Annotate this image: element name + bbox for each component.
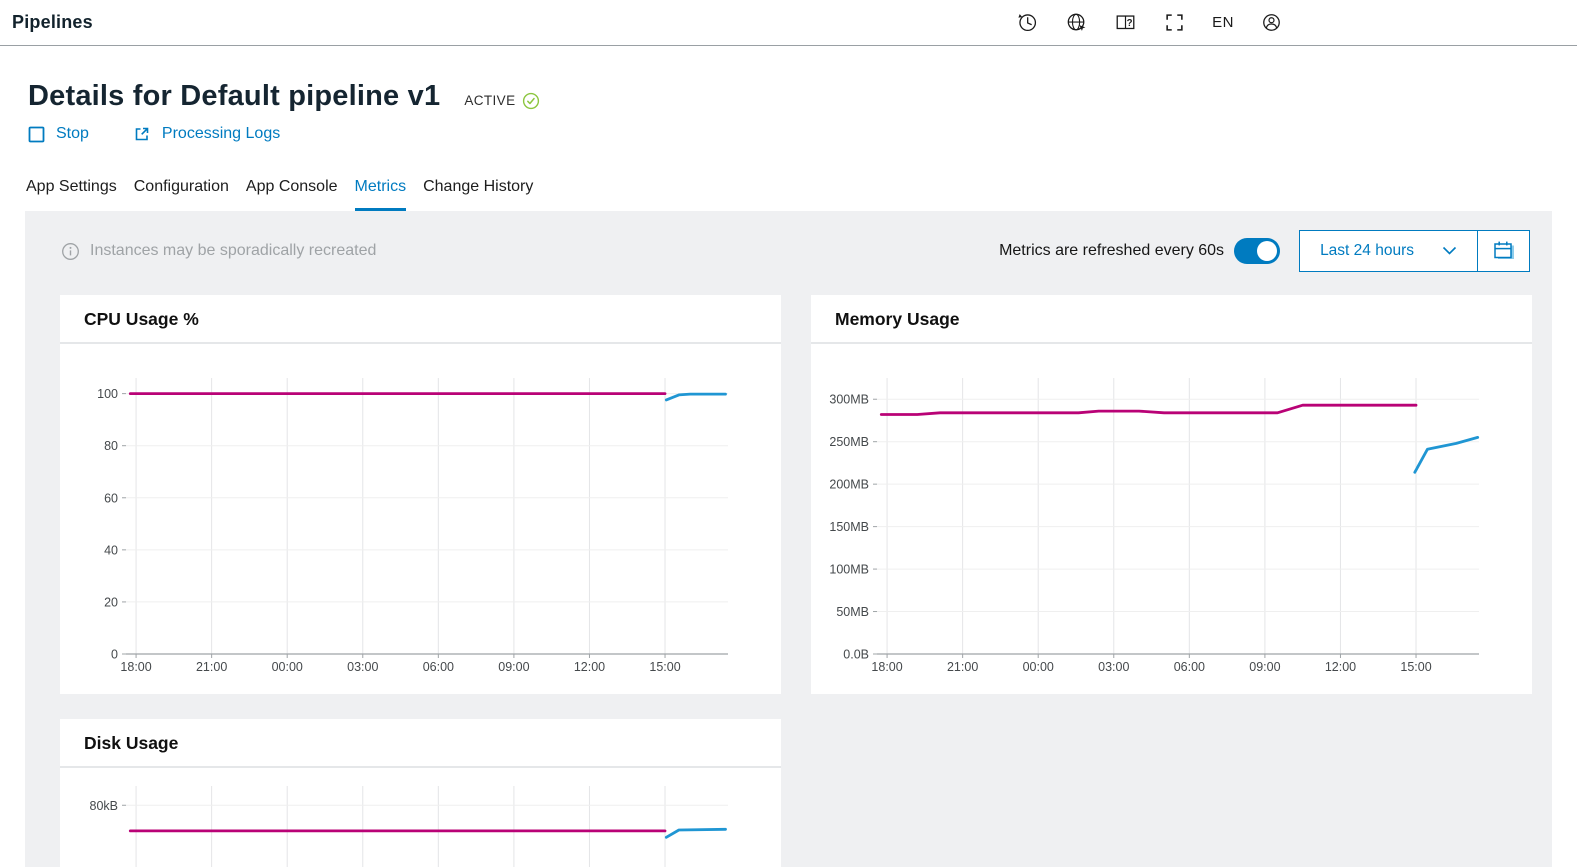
time-range-dropdown[interactable]: Last 24 hours	[1300, 231, 1477, 271]
tab-app-console[interactable]: App Console	[246, 172, 338, 211]
globe-icon[interactable]	[1065, 11, 1088, 34]
disk-usage-chart-area: 80kB	[60, 768, 781, 867]
svg-text:0.0B: 0.0B	[843, 648, 869, 662]
disk-usage-chart: 80kB	[74, 772, 734, 867]
info-note: Instances may be sporadically recreated	[61, 242, 376, 261]
info-note-text: Instances may be sporadically recreated	[90, 242, 376, 260]
cpu-usage-chart-area: 18:00 21:00 00:00 03:00 06:00 09:00 12:00 15:00…	[60, 344, 781, 694]
svg-text:00:00: 00:00	[272, 660, 303, 674]
svg-text:150MB: 150MB	[829, 520, 869, 534]
svg-text:06:00: 06:00	[1174, 660, 1205, 674]
toolbar-right: Metrics are refreshed every 60s Last 24 …	[999, 230, 1530, 272]
svg-text:06:00: 06:00	[423, 660, 454, 674]
info-icon	[61, 242, 80, 261]
calendar-button[interactable]	[1477, 231, 1529, 271]
page-head: Details for Default pipeline v1 ACTIVE S…	[0, 80, 1577, 143]
stop-label: Stop	[56, 125, 89, 143]
cpu-usage-title: CPU Usage %	[60, 295, 781, 344]
svg-text:00:00: 00:00	[1023, 660, 1054, 674]
svg-text:18:00: 18:00	[871, 660, 902, 674]
refresh-toggle[interactable]	[1234, 238, 1280, 264]
memory-usage-title: Memory Usage	[811, 295, 1532, 344]
metrics-panel: Instances may be sporadically recreated …	[25, 211, 1552, 867]
tab-bar: App Settings Configuration App Console M…	[0, 172, 1577, 211]
refresh-label: Metrics are refreshed every 60s	[999, 242, 1224, 260]
disk-usage-title: Disk Usage	[60, 719, 781, 768]
topbar: Pipelines ? EN	[0, 0, 1577, 46]
history-icon[interactable]	[1016, 11, 1039, 34]
tab-app-settings[interactable]: App Settings	[26, 172, 117, 211]
time-range-control: Last 24 hours	[1299, 230, 1530, 272]
fullscreen-icon[interactable]	[1163, 11, 1186, 34]
external-link-icon	[133, 125, 151, 143]
svg-text:?: ?	[1127, 18, 1133, 29]
svg-text:300MB: 300MB	[829, 393, 869, 407]
language-selector[interactable]: EN	[1212, 14, 1234, 31]
toggle-knob	[1257, 241, 1277, 261]
svg-text:18:00: 18:00	[120, 660, 151, 674]
svg-text:21:00: 21:00	[947, 660, 978, 674]
svg-text:03:00: 03:00	[347, 660, 378, 674]
svg-text:09:00: 09:00	[498, 660, 529, 674]
svg-text:03:00: 03:00	[1098, 660, 1129, 674]
processing-logs-label: Processing Logs	[162, 125, 280, 143]
topbar-icons: ? EN	[1016, 11, 1283, 34]
svg-text:21:00: 21:00	[196, 660, 227, 674]
chevron-down-icon	[1442, 246, 1457, 256]
svg-text:100MB: 100MB	[829, 563, 869, 577]
processing-logs-link[interactable]: Processing Logs	[133, 125, 280, 143]
svg-text:80: 80	[104, 439, 118, 453]
check-circle-icon	[522, 92, 540, 110]
stop-button[interactable]: Stop	[28, 125, 89, 143]
action-bar: Stop Processing Logs	[28, 125, 1577, 143]
cpu-usage-card: CPU Usage % 18:00 21:00 00:00 03:00 06:00 09:…	[60, 295, 781, 694]
tab-metrics[interactable]: Metrics	[355, 172, 407, 211]
stop-icon	[28, 126, 45, 143]
memory-usage-chart-area: 18:00 21:00 00:00 03:00 06:00 09:00 12:00 15:00…	[811, 344, 1532, 694]
svg-text:20: 20	[104, 595, 118, 609]
svg-text:60: 60	[104, 491, 118, 505]
charts-row: CPU Usage % 18:00 21:00 00:00 03:00 06:00 09:…	[60, 295, 1532, 694]
memory-usage-card: Memory Usage 18:00 21:00 00:00 03:00 06:00 09…	[811, 295, 1532, 694]
time-range-value: Last 24 hours	[1320, 242, 1414, 260]
svg-text:15:00: 15:00	[1400, 660, 1431, 674]
tab-configuration[interactable]: Configuration	[134, 172, 229, 211]
svg-text:200MB: 200MB	[829, 478, 869, 492]
cpu-usage-chart: 18:00 21:00 00:00 03:00 06:00 09:00 12:00 15:00…	[74, 364, 734, 684]
memory-usage-chart: 18:00 21:00 00:00 03:00 06:00 09:00 12:00 15:00…	[825, 364, 1485, 684]
user-icon[interactable]	[1260, 11, 1283, 34]
svg-text:250MB: 250MB	[829, 435, 869, 449]
calendar-icon	[1491, 239, 1517, 263]
app-title: Pipelines	[12, 12, 93, 33]
help-icon[interactable]: ?	[1114, 11, 1137, 34]
status-badge: ACTIVE	[464, 92, 540, 110]
page-title: Details for Default pipeline v1	[28, 80, 440, 112]
svg-text:15:00: 15:00	[649, 660, 680, 674]
charts-row-bottom: Disk Usage 80kB	[60, 719, 1532, 867]
metrics-toolbar: Instances may be sporadically recreated …	[25, 229, 1552, 273]
svg-text:80kB: 80kB	[90, 799, 119, 813]
svg-text:0: 0	[111, 648, 118, 662]
svg-text:12:00: 12:00	[574, 660, 605, 674]
svg-text:100: 100	[97, 387, 118, 401]
svg-text:12:00: 12:00	[1325, 660, 1356, 674]
svg-text:50MB: 50MB	[836, 605, 869, 619]
disk-usage-card: Disk Usage 80kB	[60, 719, 781, 867]
svg-text:09:00: 09:00	[1249, 660, 1280, 674]
svg-text:40: 40	[104, 543, 118, 557]
tab-change-history[interactable]: Change History	[423, 172, 533, 211]
status-label: ACTIVE	[464, 93, 515, 108]
